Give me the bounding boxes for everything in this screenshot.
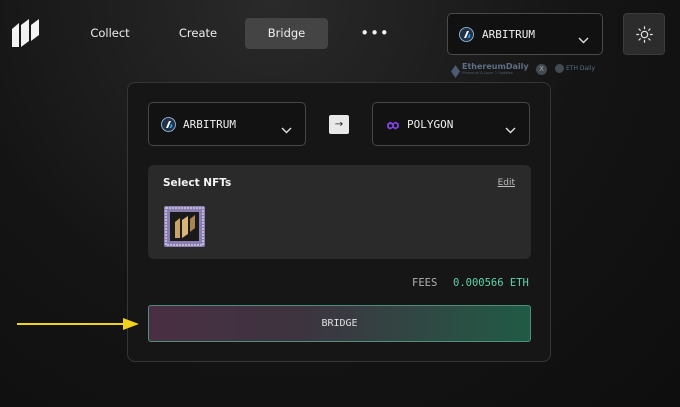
bridge-card: ARBITRUM → POLYGON Select NFTs Edit FEES… [127,82,551,362]
swap-direction-button[interactable]: → [329,115,349,134]
x-logo-icon: X [536,64,547,75]
watermark-eth-label: ETH Daily [566,65,596,72]
network-selector[interactable]: ARBITRUM [447,13,603,55]
chevron-down-icon [505,119,516,138]
ellipsis-icon: ••• [360,24,390,42]
chevron-down-icon [281,119,292,138]
bridge-button[interactable]: BRIDGE [148,305,531,342]
ethereum-diamond-icon [451,63,460,82]
edit-link[interactable]: Edit [498,178,515,188]
theme-toggle-button[interactable] [623,13,665,55]
nft-thumbnail[interactable] [164,206,205,247]
source-chain-label: ARBITRUM [183,118,236,131]
watermark-subtitle: Ethereum & Layer 2 Updates [462,71,513,75]
destination-chain-select[interactable]: POLYGON [372,102,530,146]
eth-daily-icon [555,64,564,73]
fees-value: 0.000566 ETH [453,277,529,289]
chevron-down-icon [578,29,589,48]
fees-label: FEES [412,277,438,289]
annotation-arrow-icon [15,315,141,337]
nft-selection-panel: Select NFTs Edit [148,165,531,259]
source-chain-select[interactable]: ARBITRUM [148,102,306,146]
network-label: ARBITRUM [482,28,535,41]
select-nfts-title: Select NFTs [163,177,232,189]
destination-chain-label: POLYGON [407,118,454,131]
arbitrum-icon [459,27,474,46]
more-menu-button[interactable]: ••• [357,18,393,49]
brand-logo-icon[interactable] [12,19,39,47]
watermark-eth-daily: ETH Daily [555,64,595,73]
nav-collect[interactable]: Collect [80,18,140,49]
nav-bridge[interactable]: Bridge [245,18,328,49]
watermark-title: EthereumDaily [462,62,529,71]
polygon-icon [385,117,400,136]
arbitrum-icon [161,117,176,136]
arrow-right-icon: → [334,119,344,130]
nav-create[interactable]: Create [168,18,228,49]
